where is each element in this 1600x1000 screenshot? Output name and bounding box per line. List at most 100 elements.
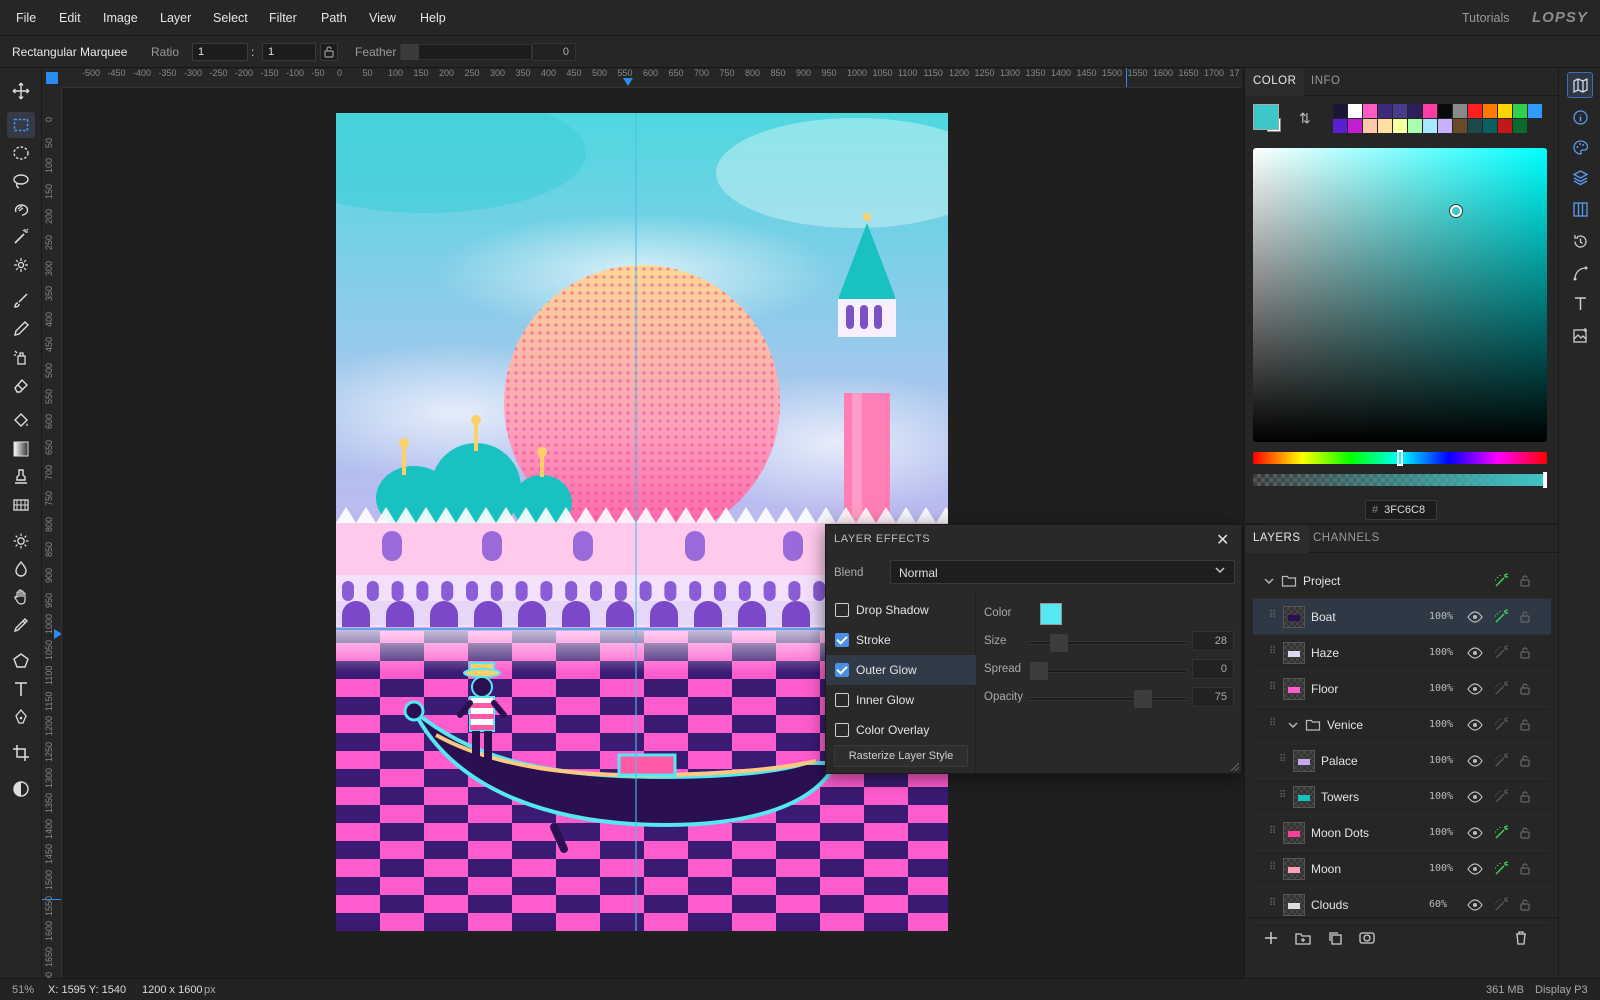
- color-swatch[interactable]: [1423, 119, 1437, 133]
- color-swatch[interactable]: [1348, 119, 1362, 133]
- effects-icon[interactable]: [1493, 681, 1509, 697]
- crop-tool[interactable]: [7, 740, 35, 766]
- mask-icon[interactable]: [1359, 930, 1375, 946]
- new-folder-icon[interactable]: [1295, 930, 1311, 946]
- layer-row[interactable]: ⠿ Floor 100%: [1253, 671, 1551, 707]
- color-swatch[interactable]: [1468, 119, 1482, 133]
- layer-row[interactable]: ⠿ Boat 100%: [1253, 599, 1551, 635]
- gradient-tool[interactable]: [7, 436, 35, 462]
- adjustment-tool[interactable]: [7, 776, 35, 802]
- ratio-width-input[interactable]: 1: [192, 43, 248, 61]
- blend-mode-select[interactable]: Normal: [890, 560, 1235, 584]
- feather-value[interactable]: 0: [532, 43, 576, 61]
- magnetic-lasso-tool[interactable]: [7, 196, 35, 222]
- color-swatch[interactable]: [1483, 104, 1497, 118]
- guide-marker-icon[interactable]: [54, 629, 62, 639]
- alpha-slider-thumb[interactable]: [1543, 472, 1547, 488]
- duplicate-icon[interactable]: [1327, 930, 1343, 946]
- eye-icon[interactable]: [1467, 681, 1483, 697]
- lock-icon[interactable]: [1517, 753, 1533, 769]
- tab-channels[interactable]: CHANNELS: [1305, 525, 1388, 553]
- lock-icon[interactable]: [1517, 645, 1533, 661]
- lasso-tool[interactable]: [7, 168, 35, 194]
- layer-opacity[interactable]: 100%: [1429, 827, 1453, 838]
- spread-slider-thumb[interactable]: [1030, 662, 1048, 680]
- eye-icon[interactable]: [1467, 897, 1483, 913]
- layer-opacity[interactable]: 100%: [1429, 791, 1453, 802]
- color-swatch[interactable]: [1363, 119, 1377, 133]
- opacity-slider-thumb[interactable]: [1134, 690, 1152, 708]
- drag-handle-icon[interactable]: ⠿: [1269, 862, 1276, 874]
- spread-value[interactable]: 0: [1192, 659, 1234, 679]
- color-swatch[interactable]: [1438, 119, 1452, 133]
- lock-icon[interactable]: [1517, 897, 1533, 913]
- color-swatch[interactable]: [1453, 119, 1467, 133]
- paths-panel-button[interactable]: [1567, 260, 1593, 286]
- eyedropper-tool[interactable]: [7, 612, 35, 638]
- color-swatch[interactable]: [1468, 104, 1482, 118]
- color-picker-cursor[interactable]: [1450, 205, 1462, 217]
- color-swatch[interactable]: [1378, 119, 1392, 133]
- effects-icon[interactable]: [1493, 789, 1509, 805]
- smudge-tool[interactable]: [7, 556, 35, 582]
- quick-selection-tool[interactable]: [7, 252, 35, 278]
- layer-row[interactable]: Project: [1253, 563, 1551, 599]
- color-swatch[interactable]: [1513, 119, 1527, 133]
- horizontal-ruler[interactable]: -500 -450 -400 -350 -300 -250 -200 -150 -100 -50 0…: [62, 68, 1242, 88]
- stroke-checkbox[interactable]: [835, 633, 849, 647]
- color-swatch[interactable]: [1453, 104, 1467, 118]
- size-slider[interactable]: [1029, 634, 1187, 652]
- hex-input[interactable]: #3FC6C8: [1365, 500, 1437, 520]
- color-swatch[interactable]: [1408, 119, 1422, 133]
- color-swatch[interactable]: [1348, 104, 1362, 118]
- saturation-value-picker[interactable]: [1253, 148, 1547, 442]
- color-swatch[interactable]: [1333, 104, 1347, 118]
- color-swatch[interactable]: [1483, 119, 1497, 133]
- lock-icon[interactable]: [1517, 861, 1533, 877]
- effect-drop-shadow[interactable]: Drop Shadow: [826, 595, 976, 625]
- effects-icon[interactable]: [1493, 573, 1509, 589]
- drag-handle-icon[interactable]: ⠿: [1269, 646, 1276, 658]
- zoom-level[interactable]: 51%: [12, 984, 34, 996]
- pen-tool[interactable]: [7, 704, 35, 730]
- trash-icon[interactable]: [1513, 930, 1529, 946]
- layers-panel-button[interactable]: [1567, 164, 1593, 190]
- menu-file[interactable]: File: [16, 11, 36, 25]
- drag-handle-icon[interactable]: ⠿: [1279, 754, 1286, 766]
- paint-bucket-tool[interactable]: [7, 408, 35, 434]
- lock-icon[interactable]: [1517, 681, 1533, 697]
- effect-inner-glow[interactable]: Inner Glow: [826, 685, 976, 715]
- layer-opacity[interactable]: 60%: [1429, 899, 1447, 910]
- feather-slider-thumb[interactable]: [401, 44, 419, 60]
- stamp-tool[interactable]: [7, 464, 35, 490]
- menu-layer[interactable]: Layer: [160, 11, 191, 25]
- tab-color[interactable]: COLOR: [1245, 68, 1305, 96]
- color-swatch[interactable]: [1363, 104, 1377, 118]
- ruler-origin[interactable]: [42, 68, 62, 88]
- channels-panel-button[interactable]: [1567, 196, 1593, 222]
- color-swatch[interactable]: [1408, 104, 1422, 118]
- drag-handle-icon[interactable]: ⠿: [1269, 826, 1276, 838]
- opacity-value[interactable]: 75: [1192, 687, 1234, 707]
- tutorials-link[interactable]: Tutorials: [1462, 11, 1509, 25]
- eye-icon[interactable]: [1467, 717, 1483, 733]
- layer-opacity[interactable]: 100%: [1429, 611, 1453, 622]
- layer-row[interactable]: ⠿ Moon 100%: [1253, 851, 1551, 887]
- lock-icon[interactable]: [1517, 717, 1533, 733]
- ratio-height-input[interactable]: 1: [262, 43, 316, 61]
- effects-icon[interactable]: [1493, 753, 1509, 769]
- effect-stroke[interactable]: Stroke: [826, 625, 976, 655]
- lock-icon[interactable]: [1517, 573, 1533, 589]
- layer-row[interactable]: ⠿ Moon Dots 100%: [1253, 815, 1551, 851]
- eye-icon[interactable]: [1467, 753, 1483, 769]
- effects-icon[interactable]: [1493, 645, 1509, 661]
- drop-shadow-checkbox[interactable]: [835, 603, 849, 617]
- lock-icon[interactable]: [1517, 789, 1533, 805]
- layer-opacity[interactable]: 100%: [1429, 683, 1453, 694]
- hue-slider-thumb[interactable]: [1397, 450, 1403, 466]
- close-icon[interactable]: ✕: [1216, 530, 1229, 550]
- effects-icon[interactable]: [1493, 861, 1509, 877]
- magic-wand-tool[interactable]: [7, 224, 35, 250]
- effects-icon[interactable]: [1493, 825, 1509, 841]
- color-swatch[interactable]: [1378, 104, 1392, 118]
